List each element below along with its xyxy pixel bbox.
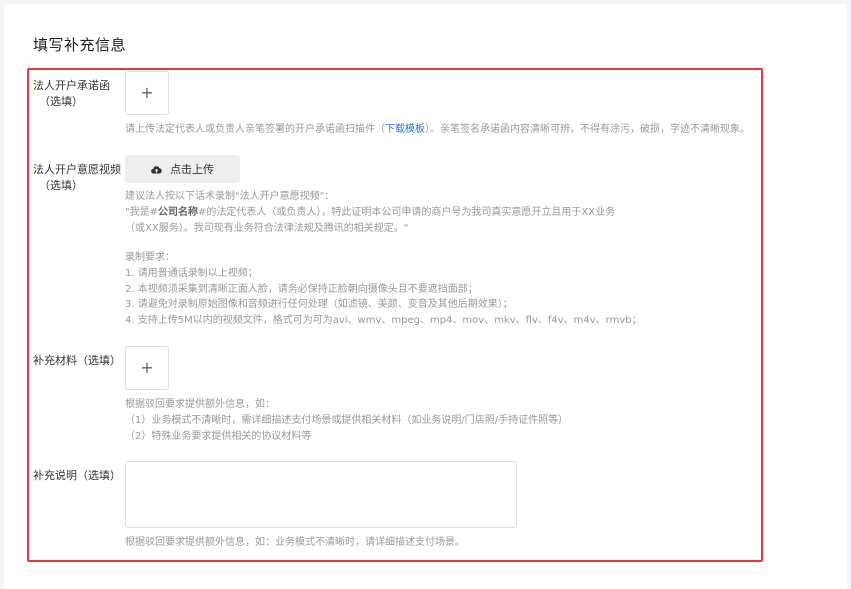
commitment-letter-label: 法人开户承诺函 （选填） xyxy=(33,78,123,110)
video-hint-line2: "我是#公司名称#的法定代表人（或负责人），特此证明本公司申请的商户号为我司真实… xyxy=(125,206,615,220)
click-upload-button[interactable]: 点击上传 xyxy=(125,155,240,183)
requirement-item: 1. 请用普通话录制以上视频； xyxy=(125,268,258,279)
commitment-letter-label-text: 法人开户承诺函 xyxy=(33,79,110,92)
requirement-item: 4. 支持上传5M以内的视频文件，格式可为可为avi、wmv、mpeg、mp4、… xyxy=(125,315,642,326)
commitment-letter-upload[interactable]: + xyxy=(125,71,169,115)
materials-hint-line: （2）特殊业务要求提供相关的协议材料等 xyxy=(125,431,312,442)
video-hint-line3: （或XX服务）。我司现有业务符合法律法规及腾讯的相关规定。" xyxy=(125,223,409,234)
description-label: 补充说明（选填） xyxy=(33,469,121,482)
requirement-item: 2. 本视频须采集到清晰正面人脸，请务必保持正脸朝向摄像头且不要遮挡面部； xyxy=(125,284,478,295)
requirements-title: 录制要求： xyxy=(125,252,175,263)
download-template-link[interactable]: 下载模板 xyxy=(385,124,425,135)
commitment-letter-optional: （选填） xyxy=(39,95,83,108)
video-label: 法人开户意愿视频 （选填） xyxy=(33,162,123,194)
plus-icon: + xyxy=(140,358,154,377)
plus-icon: + xyxy=(140,83,154,102)
video-hint-company-name: 公司名称 xyxy=(157,207,198,218)
materials-hint-line: （1）业务模式不清晰时，需详细描述支付场景或提供相关材料（如业务说明/门店照/手… xyxy=(125,415,569,426)
video-hint-line2-suffix: #的法定代表人（或负责人），特此证明本公司申请的商户号为我司真实意愿开立且用于X… xyxy=(197,207,616,218)
commitment-letter-hint-prefix: 请上传法定代表人或负责人亲笔签署的开户承诺函扫描件（ xyxy=(125,124,385,135)
description-textarea[interactable] xyxy=(125,461,517,528)
materials-label: 补充材料（选填） xyxy=(33,354,121,367)
video-optional: （选填） xyxy=(39,179,83,192)
commitment-letter-hint: 请上传法定代表人或负责人亲笔签署的开户承诺函扫描件（下载模板）。亲笔签名承诺函内… xyxy=(125,123,750,137)
video-hint-line2-prefix: "我是# xyxy=(125,207,158,218)
commitment-letter-hint-suffix: ）。亲笔签名承诺函内容清晰可辨，不得有涂污，破损，字迹不清晰现象。 xyxy=(425,124,750,135)
video-hint-line1: 建议法人按以下话术录制"法人开户意愿视频"： xyxy=(125,191,335,202)
materials-hint-line: 根据驳回要求提供额外信息，如： xyxy=(125,399,275,410)
page-title: 填写补充信息 xyxy=(33,36,127,54)
video-label-text: 法人开户意愿视频 xyxy=(33,163,121,176)
requirement-item: 3. 请避免对录制原始图像和音频进行任何处理（如滤镜、美颜、变音及其他后期效果）… xyxy=(125,299,513,310)
materials-upload[interactable]: + xyxy=(125,346,169,390)
cloud-upload-icon xyxy=(151,165,162,174)
upload-button-label: 点击上传 xyxy=(170,163,214,176)
description-hint: 根据驳回要求提供额外信息，如：业务模式不清晰时，请详细描述支付场景。 xyxy=(125,537,465,548)
